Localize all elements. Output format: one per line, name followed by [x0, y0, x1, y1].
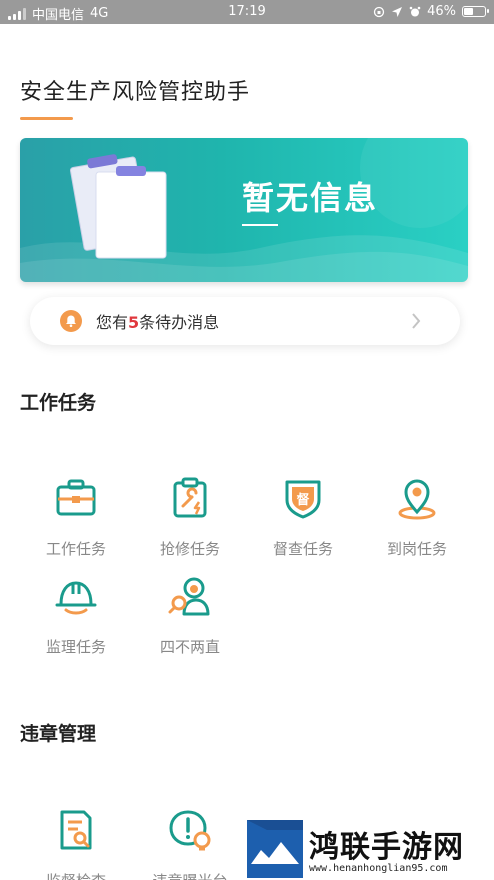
section-title-violations: 违章管理: [20, 723, 97, 745]
title-underline: [20, 117, 73, 120]
grid-item-violation-exposure[interactable]: 违章曝光台: [140, 808, 240, 880]
grid-item-four-no-two-direct[interactable]: 四不两直: [140, 574, 240, 657]
grid-label: 违章曝光台: [140, 870, 240, 880]
toolbox-icon: [56, 479, 96, 516]
warning-bulb-icon: [169, 810, 211, 851]
battery-percent: 46%: [427, 4, 456, 19]
grid-label: 工作任务: [45, 540, 106, 558]
grid-label: 督查任务: [272, 540, 333, 558]
watermark-url: www.henanhonglian95.com: [309, 863, 448, 874]
banner-underline: [242, 224, 278, 226]
svg-text:督: 督: [296, 492, 309, 508]
grid-item-supervision-check[interactable]: 监督检查: [26, 808, 126, 880]
notice-count: 5: [128, 313, 140, 332]
location-pin-icon: [398, 479, 436, 520]
watermark: 鸿联手游网 www.henanhonglian95.com: [247, 820, 494, 880]
grid-item-work-task[interactable]: 工作任务: [26, 476, 126, 559]
grid-item-repair-task[interactable]: 抢修任务: [140, 476, 240, 559]
grid-item-inspection-task[interactable]: 督 督查任务: [253, 476, 353, 559]
notice-prefix: 您有: [96, 313, 129, 332]
banner-text: 暂无信息: [241, 179, 378, 217]
bell-icon: [60, 310, 82, 332]
battery-icon: [462, 6, 489, 17]
hard-hat-icon: [55, 581, 97, 615]
section-title-work-tasks: 工作任务: [20, 392, 97, 414]
notice-suffix: 条待办消息: [139, 313, 220, 332]
notice-text: 您有5条待办消息: [96, 309, 219, 333]
grid-label: 监督检查: [26, 870, 126, 880]
location-arrow-icon: [392, 6, 403, 17]
grid-label: 到岗任务: [386, 540, 447, 558]
grid-label: 监理任务: [45, 638, 106, 656]
chevron-right-icon: [412, 313, 421, 329]
status-right: 46%: [373, 4, 489, 19]
alarm-icon: [409, 6, 421, 16]
grid-label: 抢修任务: [159, 540, 220, 558]
page-title: 安全生产风险管控助手: [20, 80, 251, 105]
inspection-shield-icon: 督: [285, 480, 321, 519]
person-search-icon: [168, 577, 210, 616]
status-bar: 中国电信 4G 17:19 46%: [0, 0, 494, 24]
watermark-title: 鸿联手游网: [309, 830, 464, 865]
lock-rotation-icon: [373, 6, 385, 17]
document-search-icon: [60, 810, 92, 850]
grid-label: 四不两直: [159, 638, 220, 656]
grid-item-supervision-task[interactable]: 监理任务: [26, 574, 126, 657]
grid-item-onsite-task[interactable]: 到岗任务: [367, 476, 467, 559]
repair-clipboard-icon: [173, 477, 207, 518]
todo-notice[interactable]: 您有5条待办消息: [30, 297, 460, 345]
watermark-logo-icon: [247, 820, 303, 878]
